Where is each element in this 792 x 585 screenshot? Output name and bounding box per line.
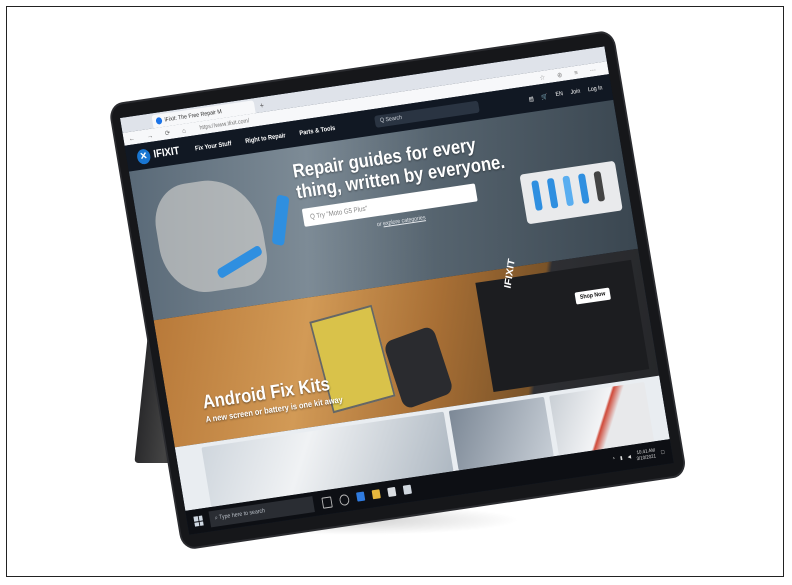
nav-right-to-repair[interactable]: Right to Repair <box>245 132 286 145</box>
pick-image <box>271 194 290 247</box>
clock-date: 3/10/2021 <box>636 453 657 463</box>
logo-text: IFIXIT <box>152 144 181 161</box>
toolbox-icon[interactable]: ▤ <box>528 95 534 103</box>
edge-icon[interactable] <box>355 491 366 502</box>
phone-image <box>382 325 455 410</box>
cortana-icon[interactable] <box>338 493 350 506</box>
tray-chevron-icon[interactable]: ^ <box>612 456 615 462</box>
language-selector[interactable]: EN <box>555 91 563 98</box>
mail-icon[interactable] <box>402 484 412 495</box>
header-actions: ▤ 🛒 EN Join Log In <box>528 85 603 103</box>
nav-parts-tools[interactable]: Parts & Tools <box>299 124 336 136</box>
new-tab-button[interactable]: + <box>259 101 265 111</box>
join-link[interactable]: Join <box>570 89 581 96</box>
network-icon[interactable]: ▮ <box>620 455 623 461</box>
file-explorer-icon[interactable] <box>371 488 381 499</box>
ifixit-logo[interactable]: ✕ IFIXIT <box>135 143 181 165</box>
cart-icon[interactable]: 🛒 <box>541 93 548 101</box>
bit-tray-image <box>519 160 623 225</box>
fix-kit-box-image <box>475 259 650 393</box>
hero-subtext: or explore categories <box>377 215 426 228</box>
tablet-screen: iFixit: The Free Repair M + ← → ⟳ ⌂ http… <box>120 46 674 535</box>
hero-hands-image <box>149 173 272 298</box>
login-link[interactable]: Log In <box>588 85 603 93</box>
taskbar-clock[interactable]: 10:41 AM 3/10/2021 <box>635 448 656 463</box>
task-view-icon[interactable] <box>321 495 333 509</box>
nav-fix-your-stuff[interactable]: Fix Your Stuff <box>194 140 231 152</box>
tablet-device: iFixit: The Free Repair M + ← → ⟳ ⌂ http… <box>0 0 792 585</box>
notification-icon[interactable]: ▢ <box>660 449 665 456</box>
explore-categories-link[interactable]: explore categories <box>383 215 426 227</box>
favicon-icon <box>155 116 163 125</box>
ifixit-logo-icon: ✕ <box>135 147 152 165</box>
store-icon[interactable] <box>387 486 397 497</box>
system-tray: ^ ▮ ◀ 10:41 AM 3/10/2021 ▢ <box>612 446 666 466</box>
volume-icon[interactable]: ◀ <box>627 454 631 460</box>
windows-start-icon[interactable] <box>193 515 204 527</box>
